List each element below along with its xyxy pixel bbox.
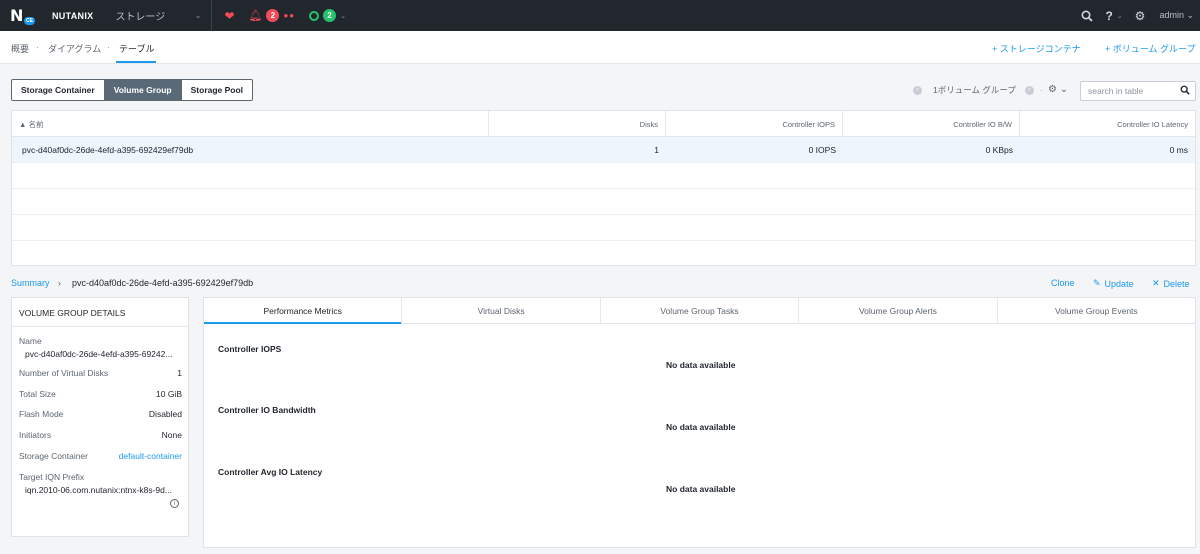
metric-title-iops: Controller IOPS xyxy=(218,344,282,354)
context-menu-dropdown[interactable]: ストレージ ⌄ xyxy=(115,8,201,23)
chevron-right-icon: › xyxy=(58,278,61,288)
crumb-separator: · xyxy=(36,42,39,52)
divider xyxy=(12,326,188,327)
gear-icon[interactable]: ⚙ xyxy=(1135,9,1146,23)
tab-table[interactable]: テーブル xyxy=(119,42,154,55)
add-storage-container-link[interactable]: + ストレージコンテナ xyxy=(992,42,1081,55)
tab-virtual-disks[interactable]: Virtual Disks xyxy=(402,298,601,323)
cell-disks: 1 xyxy=(654,145,659,155)
heart-health-icon[interactable]: ❤ xyxy=(224,9,234,23)
empty-row xyxy=(12,215,1195,241)
chevron-down-icon[interactable]: ⌄ xyxy=(340,12,346,20)
storage-pool-button[interactable]: Storage Pool xyxy=(182,80,252,100)
user-menu[interactable]: admin ⌄ xyxy=(1159,10,1194,21)
metrics-panel: Performance Metrics Virtual Disks Volume… xyxy=(203,297,1196,548)
tab-volume-group-tasks[interactable]: Volume Group Tasks xyxy=(601,298,800,323)
sub-navbar: 概要 · ダイアグラム · テーブル + ストレージコンテナ + ボリューム グ… xyxy=(0,31,1200,64)
pager-count: 1ボリューム グループ xyxy=(933,85,1016,95)
cell-iops: 0 IOPS xyxy=(808,145,836,155)
column-controller-iops[interactable]: Controller IOPS xyxy=(666,111,843,137)
empty-row xyxy=(12,163,1195,189)
detail-tabs: Performance Metrics Virtual Disks Volume… xyxy=(204,298,1195,324)
volume-group-details-panel: VOLUME GROUP DETAILS Name pvc-d40af0dc-2… xyxy=(11,297,189,537)
tab-volume-group-events[interactable]: Volume Group Events xyxy=(998,298,1195,323)
name-value: pvc-d40af0dc-26de-4efd-a395-69242... xyxy=(25,349,173,359)
column-name[interactable]: ▲ 名前 xyxy=(12,111,489,137)
column-controller-io-bw[interactable]: Controller IO B/W xyxy=(843,111,1020,137)
tab-diagram[interactable]: ダイアグラム xyxy=(48,42,101,55)
field-label: Storage Container xyxy=(19,451,88,461)
field-label: Flash Mode xyxy=(19,409,64,419)
tab-performance-metrics[interactable]: Performance Metrics xyxy=(204,298,403,324)
close-icon: ✕ xyxy=(1152,278,1160,288)
summary-link[interactable]: Summary xyxy=(11,278,50,288)
pencil-icon: ✎ xyxy=(1093,278,1101,288)
metric-title-bandwidth: Controller IO Bandwidth xyxy=(218,405,316,415)
crumb-separator: · xyxy=(107,42,110,52)
column-disks[interactable]: Disks xyxy=(489,111,666,137)
alerts-menu[interactable]: 🔔︎ 2 ●● xyxy=(249,9,296,22)
storage-container-button[interactable]: Storage Container xyxy=(12,80,105,100)
field-value: None xyxy=(161,430,182,440)
table-header: ▲ 名前 Disks Controller IOPS Controller IO… xyxy=(12,111,1195,137)
next-page-icon[interactable]: › xyxy=(1024,85,1034,95)
delete-button[interactable]: ✕ Delete xyxy=(1152,278,1190,289)
clone-button[interactable]: Clone xyxy=(1051,278,1075,288)
no-data-message: No data available xyxy=(666,422,736,432)
iqn-value: iqn.2010-06.com.nutanix:ntnx-k8s-9d... xyxy=(25,485,172,495)
storage-container-link[interactable]: default-container xyxy=(119,451,182,461)
bell-icon: 🔔︎ xyxy=(248,10,263,22)
volume-group-table: ▲ 名前 Disks Controller IOPS Controller IO… xyxy=(11,110,1196,266)
field-label: Number of Virtual Disks xyxy=(19,368,109,378)
field-value: 1 xyxy=(177,368,182,378)
panel-title: VOLUME GROUP DETAILS xyxy=(19,308,126,318)
brand-name: NUTANIX xyxy=(52,10,94,21)
active-tab-indicator xyxy=(116,61,156,63)
prev-page-icon[interactable]: ‹ xyxy=(913,85,922,95)
update-button[interactable]: ✎ Update xyxy=(1093,278,1134,289)
tab-overview[interactable]: 概要 xyxy=(11,42,29,55)
divider xyxy=(211,0,213,31)
chevron-down-icon: ⌄ xyxy=(194,11,202,20)
more-dots-icon: ●● xyxy=(283,11,296,20)
cell-name: pvc-d40af0dc-26de-4efd-a395-692429ef79db xyxy=(22,145,194,155)
table-search xyxy=(1080,81,1196,101)
empty-row xyxy=(12,189,1195,215)
metric-title-latency: Controller Avg IO Latency xyxy=(218,467,323,477)
cell-io-bw: 0 KBps xyxy=(985,145,1013,155)
selected-entity-name: pvc-d40af0dc-26de-4efd-a395-692429ef79db xyxy=(72,278,254,288)
tab-volume-group-alerts[interactable]: Volume Group Alerts xyxy=(799,298,998,323)
tasks-ring-icon[interactable] xyxy=(309,10,320,21)
iqn-label: Target IQN Prefix xyxy=(19,472,85,482)
entity-type-toggle: Storage Container Volume Group Storage P… xyxy=(11,79,254,101)
field-value: 10 GiB xyxy=(156,389,182,399)
no-data-message: No data available xyxy=(666,484,736,494)
field-value: Disabled xyxy=(148,409,182,419)
top-navbar: N CE NUTANIX ストレージ ⌄ ❤ 🔔︎ 2 ●● 2 ⌄ ? ⌄ ⚙… xyxy=(0,0,1200,31)
field-label: Initiators xyxy=(19,430,52,440)
volume-group-button[interactable]: Volume Group xyxy=(104,80,182,100)
search-icon[interactable] xyxy=(1180,85,1190,95)
cell-io-latency: 0 ms xyxy=(1169,145,1188,155)
crumb-separator: · xyxy=(1039,85,1043,95)
help-icon[interactable]: ? xyxy=(1105,9,1112,23)
field-label: Total Size xyxy=(19,389,56,399)
nutanix-logo-icon[interactable]: N CE xyxy=(10,6,38,25)
no-data-message: No data available xyxy=(666,360,736,370)
table-settings-gear-icon[interactable]: ⚙ ⌄ xyxy=(1048,84,1068,95)
search-input[interactable] xyxy=(1088,86,1178,96)
table-row[interactable]: pvc-d40af0dc-26de-4efd-a395-692429ef79db… xyxy=(12,137,1195,163)
alert-count-badge: 2 xyxy=(266,9,280,22)
search-icon[interactable] xyxy=(1081,9,1094,22)
task-count-badge: 2 xyxy=(323,9,337,22)
context-menu-label: ストレージ xyxy=(115,12,166,23)
table-pager: ‹ 1ボリューム グループ › · xyxy=(913,84,1043,96)
column-controller-io-latency[interactable]: Controller IO Latency xyxy=(1020,111,1195,137)
chevron-down-icon[interactable]: ⌄ xyxy=(1117,12,1123,20)
add-volume-group-link[interactable]: + ボリューム グループ xyxy=(1105,42,1195,55)
name-label: Name xyxy=(19,336,42,346)
info-icon[interactable]: i xyxy=(170,499,179,508)
